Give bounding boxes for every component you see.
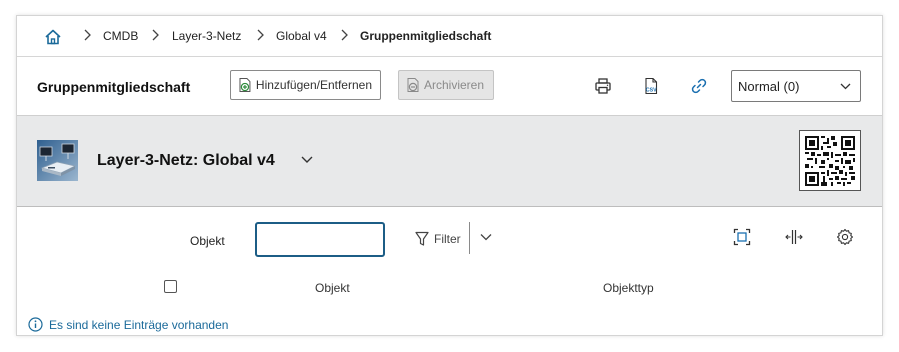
empty-table-message: Es sind keine Einträge vorhanden <box>28 317 228 332</box>
breadcrumb: CMDB Layer-3-Netz Global v4 Gruppenmitgl… <box>17 16 882 57</box>
breadcrumb-current: Gruppenmitgliedschaft <box>360 29 492 43</box>
column-resize-icon[interactable] <box>785 228 803 246</box>
object-header: Layer-3-Netz: Global v4 <box>17 116 882 207</box>
qr-code[interactable] <box>799 130 861 191</box>
add-document-icon <box>239 78 251 92</box>
view-select-value: Normal (0) <box>738 79 800 94</box>
csv-export-icon[interactable]: CSV <box>642 77 660 95</box>
column-header-object[interactable]: Objekt <box>315 281 350 295</box>
column-header-object-type[interactable]: Objekttyp <box>603 281 654 295</box>
archive-document-icon <box>407 78 419 92</box>
table-area: Objekt Filter Objekt Objekttyp Es sind k… <box>17 207 882 335</box>
printer-icon[interactable] <box>594 77 612 95</box>
object-filter-label: Objekt <box>190 234 225 248</box>
chevron-down-icon[interactable] <box>480 233 492 241</box>
archive-button[interactable]: Archivieren <box>398 70 494 100</box>
breadcrumb-separator-icon <box>152 29 159 41</box>
add-remove-button[interactable]: Hinzufügen/Entfernen <box>230 70 381 100</box>
home-icon[interactable] <box>44 28 62 46</box>
funnel-icon <box>415 231 429 246</box>
empty-message-text: Es sind keine Einträge vorhanden <box>49 317 229 332</box>
toolbar: Gruppenmitgliedschaft Hinzufügen/Entfern… <box>17 57 882 116</box>
archive-label: Archivieren <box>424 78 485 92</box>
breadcrumb-item-global-v4[interactable]: Global v4 <box>276 29 327 43</box>
chevron-down-icon[interactable] <box>300 155 314 165</box>
link-icon[interactable] <box>690 77 708 95</box>
filter-divider <box>469 222 470 254</box>
view-select[interactable]: Normal (0) <box>731 70 861 102</box>
filter-label: Filter <box>434 232 461 246</box>
settings-gear-icon[interactable] <box>836 228 854 246</box>
qr-code-icon <box>805 136 855 186</box>
breadcrumb-separator-icon <box>84 29 91 41</box>
network-devices-image <box>37 140 78 181</box>
svg-text:CSV: CSV <box>646 88 657 94</box>
breadcrumb-item-cmdb[interactable]: CMDB <box>103 29 138 43</box>
filter-button[interactable]: Filter <box>415 229 461 249</box>
object-filter-input[interactable] <box>255 222 385 257</box>
fit-screen-icon[interactable] <box>733 228 751 246</box>
chevron-down-icon <box>840 83 851 90</box>
page-title: Gruppenmitgliedschaft <box>37 79 191 95</box>
breadcrumb-separator-icon <box>341 29 348 41</box>
select-all-checkbox[interactable] <box>164 280 177 293</box>
main-panel: CMDB Layer-3-Netz Global v4 Gruppenmitgl… <box>16 15 883 336</box>
breadcrumb-item-layer3-net[interactable]: Layer-3-Netz <box>172 29 241 43</box>
add-remove-label: Hinzufügen/Entfernen <box>255 78 372 92</box>
object-title: Layer-3-Netz: Global v4 <box>97 152 275 169</box>
breadcrumb-separator-icon <box>257 29 264 41</box>
info-icon <box>28 317 43 332</box>
